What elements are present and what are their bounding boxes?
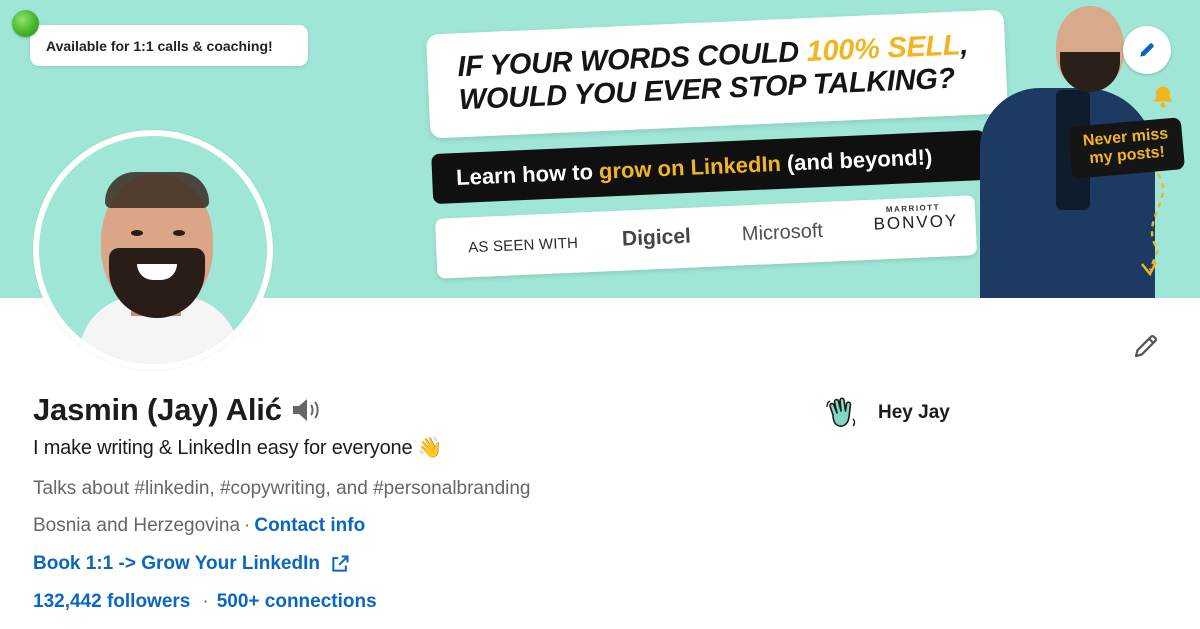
availability-badge: Available for 1:1 calls & coaching! xyxy=(30,25,308,66)
name-pronunciation-button[interactable] xyxy=(290,395,324,425)
wave-hand-icon xyxy=(826,397,856,427)
edit-intro-button[interactable] xyxy=(1128,328,1164,364)
availability-text: Available for 1:1 calls & coaching! xyxy=(46,37,273,54)
talks-about: Talks about #linkedin, #copywriting, and… xyxy=(33,478,531,499)
pencil-icon xyxy=(1140,43,1154,57)
contact-info-link[interactable]: Contact info xyxy=(254,515,365,536)
banner-learn-bar: Learn how to grow on LinkedIn (and beyon… xyxy=(431,129,987,205)
profile-name-row: Jasmin (Jay) Alić xyxy=(33,392,324,428)
digicel-logo: Digicel xyxy=(621,224,692,251)
location-row: Bosnia and Herzegovina · Contact info xyxy=(33,515,366,536)
hey-button[interactable]: Hey Jay xyxy=(824,395,950,431)
online-status-icon xyxy=(12,10,39,37)
marriott-bonvoy-logo: MARRIOTT BONVOY xyxy=(873,202,959,234)
bell-icon xyxy=(1153,86,1173,108)
as-seen-with-label: AS SEEN WITH xyxy=(467,234,579,257)
location-text: Bosnia and Herzegovina xyxy=(33,515,241,536)
as-seen-with-card: AS SEEN WITH Digicel Microsoft MARRIOTT … xyxy=(434,195,978,279)
profile-photo[interactable] xyxy=(33,130,273,370)
network-stats: 132,442 followers · 500+ connections xyxy=(33,591,377,613)
speaker-icon xyxy=(292,399,319,421)
pencil-icon xyxy=(1134,335,1157,358)
website-link-row[interactable]: Book 1:1 -> Grow Your LinkedIn xyxy=(33,553,350,575)
followers-link[interactable]: 132,442 followers xyxy=(33,591,190,613)
banner-headline-card: IF YOUR WORDS COULD 100% SELL, WOULD YOU… xyxy=(426,9,1008,139)
book-call-link[interactable]: Book 1:1 -> Grow Your LinkedIn xyxy=(33,553,320,575)
hey-text: Hey Jay xyxy=(878,402,950,423)
profile-name: Jasmin (Jay) Alić xyxy=(33,392,282,427)
dashed-arrow-icon xyxy=(1141,173,1165,277)
external-link-icon xyxy=(332,555,349,572)
edit-banner-button[interactable] xyxy=(1123,26,1171,74)
connections-link[interactable]: 500+ connections xyxy=(217,591,377,613)
profile-headline: I make writing & LinkedIn easy for every… xyxy=(33,437,443,459)
microsoft-logo: Microsoft xyxy=(741,219,824,246)
